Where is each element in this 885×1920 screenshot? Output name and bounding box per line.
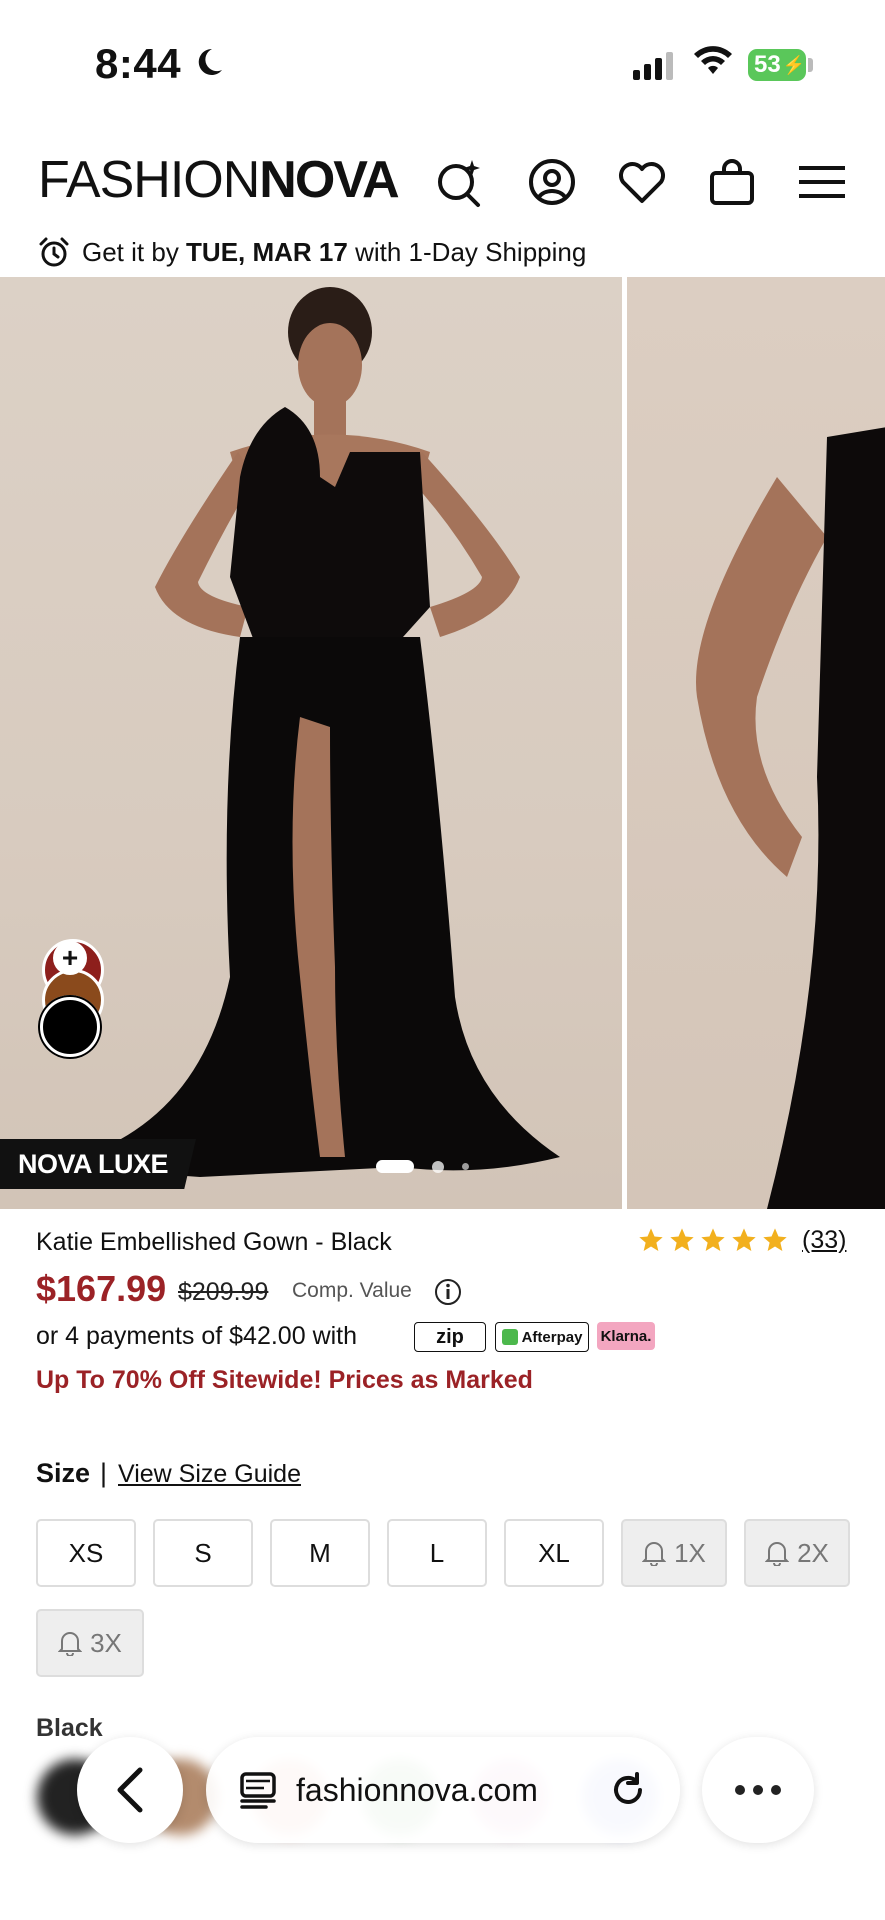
size-separator: | [100, 1458, 108, 1488]
brand-logo[interactable]: FASHIONNOVA [38, 150, 400, 210]
signal-icon [633, 52, 673, 80]
tab-reader-icon[interactable] [236, 1768, 280, 1812]
page-dot-active[interactable] [376, 1160, 414, 1173]
dot [771, 1785, 781, 1795]
account-icon[interactable] [524, 154, 580, 210]
size-option-xl[interactable]: XL [504, 1519, 604, 1587]
sale-price: $167.99 [36, 1268, 167, 1309]
size-option-2x[interactable]: 2X [744, 1519, 850, 1587]
dot [735, 1785, 745, 1795]
bell-icon [642, 1542, 667, 1566]
add-swatch-button[interactable]: + [53, 941, 87, 975]
size-option-s[interactable]: S [153, 1519, 253, 1587]
shipping-suffix: with 1-Day Shipping [347, 236, 587, 267]
star-icon [639, 1228, 663, 1251]
menu-icon[interactable] [794, 154, 850, 210]
star-icon [763, 1228, 787, 1251]
size-label: Size [36, 1458, 91, 1488]
product-image-gallery[interactable]: + NOVA LUXE [0, 277, 885, 1209]
alarm-clock-icon [39, 237, 69, 267]
gown-model-illustration [80, 287, 560, 1177]
search-sparkle-icon[interactable] [432, 154, 488, 210]
wifi-icon [694, 46, 732, 74]
browser-more-button[interactable] [702, 1737, 814, 1843]
star-icon [670, 1228, 694, 1251]
star-icon [732, 1228, 756, 1251]
size-guide-link[interactable]: View Size Guide [118, 1460, 301, 1489]
original-price: $209.99 [178, 1278, 269, 1306]
promo-banner: Up To 70% Off Sitewide! Prices as Marked [36, 1366, 533, 1394]
nova-luxe-badge: NOVA LUXE [0, 1139, 197, 1189]
installments-text: or 4 payments of $42.00 with [36, 1322, 358, 1350]
browser-address-bar[interactable]: fashionnova.com [206, 1737, 680, 1843]
product-image-main[interactable] [0, 277, 622, 1209]
star-icon [701, 1228, 725, 1251]
zip-pay-logo[interactable]: zip [414, 1322, 486, 1352]
comp-value-label: Comp. Value [292, 1279, 412, 1302]
page-dot[interactable] [462, 1163, 469, 1170]
bag-icon[interactable] [704, 154, 760, 210]
wishlist-heart-icon[interactable] [614, 154, 670, 210]
url-text: fashionnova.com [296, 1771, 538, 1808]
page-dot[interactable] [432, 1160, 444, 1173]
battery-cap [808, 58, 813, 72]
product-image-next[interactable] [627, 277, 885, 1209]
dot [753, 1785, 763, 1795]
selected-color-label: Black [36, 1714, 103, 1742]
moon-icon [198, 48, 222, 75]
swatch-black-selected[interactable] [38, 995, 102, 1059]
info-icon[interactable] [433, 1277, 463, 1307]
afterpay-icon [501, 1329, 518, 1345]
size-option-xs[interactable]: XS [36, 1519, 136, 1587]
shipping-date: TUE, MAR 17 [186, 236, 348, 267]
afterpay-logo[interactable]: Afterpay [495, 1322, 589, 1352]
bell-icon [765, 1542, 790, 1566]
size-option-m[interactable]: M [270, 1519, 370, 1587]
rating-stars[interactable] [637, 1226, 789, 1254]
bell-icon [58, 1632, 83, 1656]
rating-count-link[interactable]: (33) [802, 1226, 846, 1255]
second-view-illustration [696, 427, 885, 1209]
size-option-l[interactable]: L [387, 1519, 487, 1587]
product-name: Katie Embellished Gown - Black [36, 1228, 392, 1256]
size-option-1x[interactable]: 1X [621, 1519, 727, 1587]
battery-indicator: 53 ⚡ [748, 49, 806, 81]
chevron-left-icon [117, 1767, 143, 1813]
status-time: 8:44 [95, 40, 182, 87]
gallery-pagination-dots[interactable] [376, 1160, 469, 1173]
browser-back-button[interactable] [77, 1737, 183, 1843]
size-option-3x[interactable]: 3X [36, 1609, 144, 1677]
reload-icon[interactable] [606, 1768, 650, 1812]
shipping-prefix: Get it by [82, 236, 187, 267]
klarna-logo[interactable]: Klarna. [597, 1322, 655, 1350]
shipping-banner: Get it by TUE, MAR 17 with 1-Day Shippin… [38, 232, 586, 272]
